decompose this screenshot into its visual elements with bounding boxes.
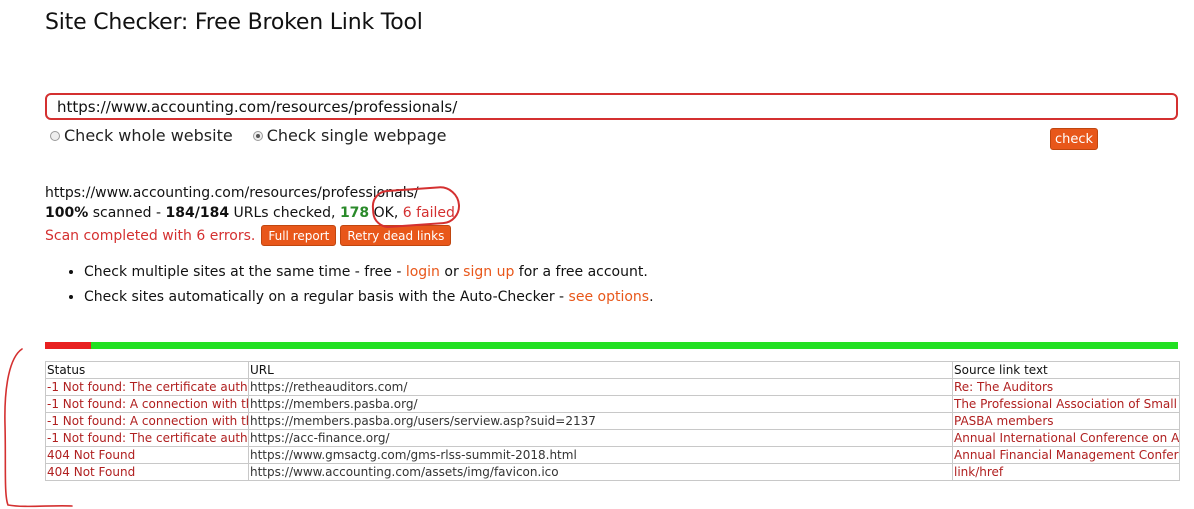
scan-result: https://www.accounting.com/resources/pro… — [45, 183, 455, 246]
login-link[interactable]: login — [406, 264, 440, 280]
cell-status: -1 Not found: The certificate authority — [45, 429, 249, 447]
see-options-link[interactable]: see options — [569, 289, 650, 305]
progress-ok-segment — [91, 342, 1178, 349]
scan-mode-group: Check whole website Check single webpage — [50, 126, 467, 145]
cell-status: -1 Not found: A connection with the — [45, 395, 249, 413]
table-row[interactable]: -1 Not found: The certificate authority … — [45, 378, 1180, 396]
cell-source: Annual Financial Management Conference — [952, 446, 1180, 464]
results-table: Status URL Source link text -1 Not found… — [45, 361, 1180, 481]
header-url[interactable]: URL — [248, 361, 953, 379]
cell-status: 404 Not Found — [45, 463, 249, 481]
cell-url[interactable]: https://retheauditors.com/ — [248, 378, 953, 396]
scanned-percent: 100% — [45, 205, 89, 221]
cell-status: -1 Not found: The certificate authority — [45, 378, 249, 396]
cell-source: The Professional Association of Small Bu — [952, 395, 1180, 413]
radio-whole-website[interactable] — [50, 130, 60, 141]
cell-source: Annual International Conference on Acco — [952, 429, 1180, 447]
ok-count: 178 — [339, 205, 370, 221]
table-row[interactable]: 404 Not Found https://www.accounting.com… — [45, 463, 1180, 481]
bullet-text: for a free account. — [518, 264, 648, 280]
feature-list: Check multiple sites at the same time - … — [66, 260, 654, 310]
retry-dead-links-button[interactable]: Retry dead links — [340, 225, 452, 246]
mode-whole-website-label: Check whole website — [64, 126, 233, 145]
scan-progress-bar — [45, 342, 1178, 349]
table-row[interactable]: -1 Not found: A connection with the http… — [45, 412, 1180, 430]
header-status[interactable]: Status — [45, 361, 249, 379]
result-url: https://www.accounting.com/resources/pro… — [45, 185, 419, 201]
cell-url[interactable]: https://acc-finance.org/ — [248, 429, 953, 447]
bullet-text: . — [649, 289, 654, 305]
table-header-row: Status URL Source link text — [45, 361, 1180, 379]
cell-url[interactable]: https://members.pasba.org/ — [248, 395, 953, 413]
checked-count: 184/184 — [165, 205, 230, 221]
scan-status-line: Scan completed with 6 errors. Full repor… — [45, 225, 455, 246]
url-input[interactable] — [45, 93, 1178, 120]
checked-text: URLs checked, — [233, 205, 336, 221]
cell-url[interactable]: https://www.accounting.com/assets/img/fa… — [248, 463, 953, 481]
cell-url[interactable]: https://www.gmsactg.com/gms-rlss-summit-… — [248, 446, 953, 464]
cell-source: link/href — [952, 463, 1180, 481]
ok-text: OK, — [373, 205, 399, 221]
list-item: Check multiple sites at the same time - … — [84, 260, 654, 285]
check-button[interactable]: check — [1050, 128, 1098, 150]
list-item: Check sites automatically on a regular b… — [84, 285, 654, 310]
bullet-text: Check multiple sites at the same time - … — [84, 264, 402, 280]
mode-whole-website[interactable]: Check whole website — [50, 126, 233, 145]
mode-single-webpage-label: Check single webpage — [266, 126, 447, 145]
cell-status: -1 Not found: A connection with the — [45, 412, 249, 430]
bullet-text: Check sites automatically on a regular b… — [84, 289, 565, 305]
mode-single-webpage[interactable]: Check single webpage — [252, 126, 447, 145]
failed-count: 6 failed — [402, 205, 455, 221]
page-title: Site Checker: Free Broken Link Tool — [45, 10, 423, 35]
table-row[interactable]: -1 Not found: A connection with the http… — [45, 395, 1180, 413]
table-row[interactable]: 404 Not Found https://www.gmsactg.com/gm… — [45, 446, 1180, 464]
header-source[interactable]: Source link text — [952, 361, 1180, 379]
progress-failed-segment — [45, 342, 91, 349]
bullet-text: or — [444, 264, 459, 280]
cell-status: 404 Not Found — [45, 446, 249, 464]
table-row[interactable]: -1 Not found: The certificate authority … — [45, 429, 1180, 447]
cell-url[interactable]: https://members.pasba.org/users/serview.… — [248, 412, 953, 430]
scanned-text: scanned - — [92, 205, 162, 221]
scan-message: Scan completed with 6 errors. — [45, 227, 256, 244]
cell-source: PASBA members — [952, 412, 1180, 430]
signup-link[interactable]: sign up — [463, 264, 514, 280]
scan-stats: 100% scanned - 184/184 URLs checked, 178… — [45, 203, 455, 223]
radio-single-webpage[interactable] — [252, 130, 263, 141]
full-report-button[interactable]: Full report — [261, 225, 337, 246]
cell-source: Re: The Auditors — [952, 378, 1180, 396]
